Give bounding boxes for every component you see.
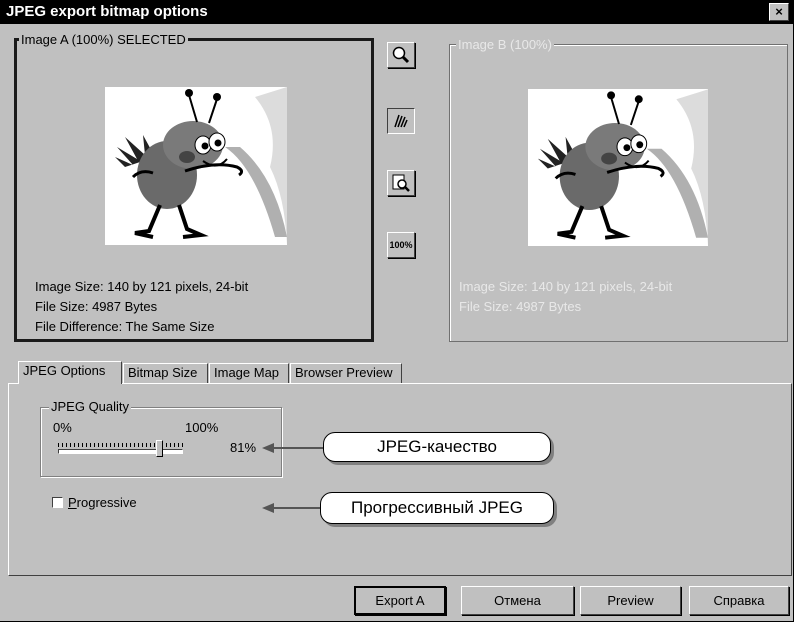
image-b-size: Image Size: 140 by 121 pixels, 24-bit [459, 279, 673, 294]
window-title: JPEG export bitmap options [6, 3, 208, 20]
image-a-file-size: File Size: 4987 Bytes [35, 299, 158, 314]
image-b-legend: Image B (100%) [456, 37, 554, 52]
jpeg-quality-legend: JPEG Quality [49, 399, 132, 414]
quality-arrow-icon [262, 443, 326, 453]
quality-slider-track[interactable] [58, 449, 183, 454]
page-magnifier-icon [392, 174, 410, 192]
image-a-legend: Image A (100%) SELECTED [19, 32, 188, 47]
image-b-preview[interactable] [528, 89, 708, 246]
jpeg-export-dialog: JPEG export bitmap options × Image A (10… [0, 0, 794, 622]
progressive-label-mnemonic: P [68, 495, 77, 510]
help-button[interactable]: Справка [689, 586, 789, 615]
image-a-size: Image Size: 140 by 121 pixels, 24-bit [35, 279, 249, 294]
cancel-button[interactable]: Отмена [461, 586, 574, 615]
cartoon-character-icon [537, 89, 708, 246]
quality-value-label: 81% [230, 440, 257, 455]
progressive-label-rest: rogressive [76, 495, 137, 510]
tab-bitmap-size[interactable]: Bitmap Size [123, 363, 208, 383]
export-button[interactable]: Export A [354, 586, 446, 615]
tab-browser-preview[interactable]: Browser Preview [290, 363, 402, 383]
zoom-100-button[interactable]: 100% [387, 232, 415, 258]
pan-tool-button[interactable] [387, 108, 415, 134]
image-b-file-size: File Size: 4987 Bytes [459, 299, 582, 314]
close-button[interactable]: × [769, 3, 789, 21]
progressive-callout: Прогрессивный JPEG [320, 492, 554, 524]
cartoon-character-icon [115, 87, 287, 245]
quality-min-label: 0% [53, 420, 72, 435]
tab-image-map[interactable]: Image Map [209, 363, 289, 383]
quality-callout: JPEG-качество [323, 432, 551, 462]
image-a-info: Image Size: 140 by 121 pixels, 24-bit Fi… [35, 277, 248, 337]
image-a-panel[interactable]: Image A (100%) SELECTED Image Size: 140 … [14, 32, 374, 342]
image-a-difference: File Difference: The Same Size [35, 319, 215, 334]
zoom-in-button[interactable] [387, 42, 415, 68]
title-bar[interactable]: JPEG export bitmap options × [0, 0, 793, 24]
zoom-100-label: 100% [389, 240, 413, 250]
tab-jpeg-options[interactable]: JPEG Options [18, 361, 122, 384]
magnifier-icon [392, 46, 410, 64]
hand-icon [394, 114, 408, 128]
zoom-out-button[interactable] [387, 170, 415, 196]
image-a-preview[interactable] [105, 87, 287, 245]
quality-slider-ticks [58, 443, 183, 447]
progressive-label[interactable]: Progressive [68, 495, 137, 510]
preview-button[interactable]: Preview [580, 586, 681, 615]
quality-max-label: 100% [185, 420, 219, 435]
image-b-panel[interactable]: Image B (100%) Image Size: 140 by 121 pi… [449, 37, 788, 342]
progressive-checkbox[interactable] [52, 497, 63, 508]
quality-slider-thumb[interactable] [156, 440, 164, 457]
image-b-info: Image Size: 140 by 121 pixels, 24-bit Fi… [459, 277, 672, 317]
progressive-arrow-icon [262, 503, 326, 513]
